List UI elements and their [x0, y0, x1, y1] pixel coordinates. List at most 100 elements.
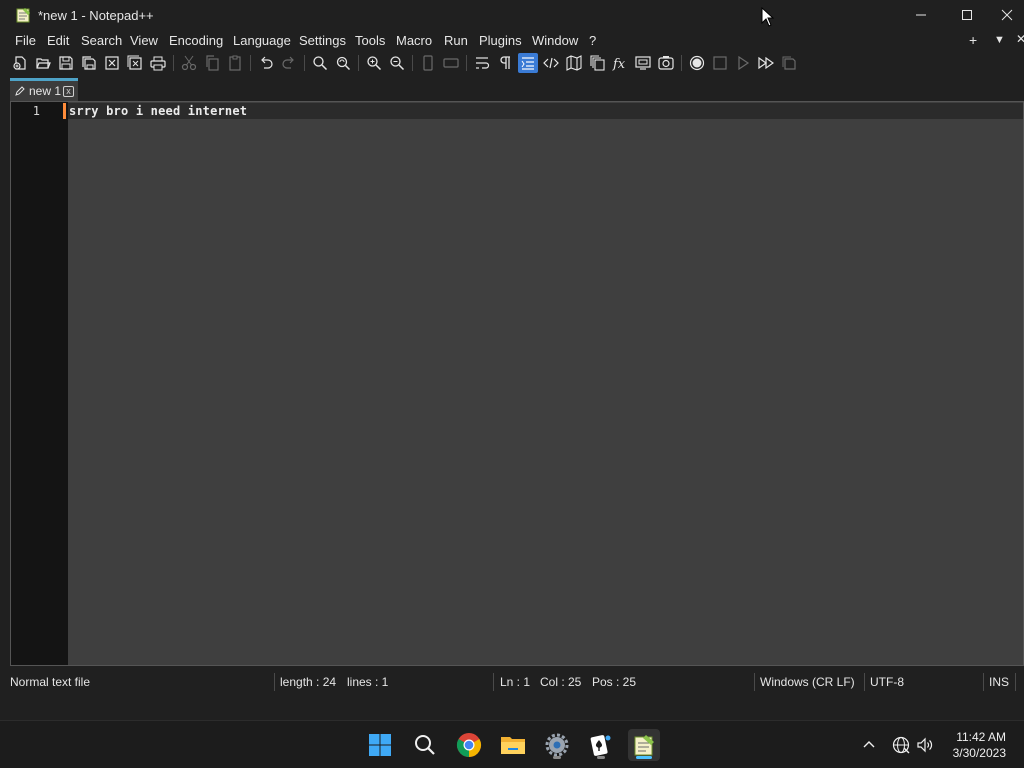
- tab-list-dropdown[interactable]: ▼: [994, 34, 1005, 46]
- system-clock[interactable]: 11:42 AM 3/30/2023: [953, 729, 1006, 761]
- monitoring-button[interactable]: [656, 53, 676, 73]
- minimize-button[interactable]: [898, 0, 944, 30]
- running-indicator: [553, 756, 561, 759]
- open-file-button[interactable]: [33, 53, 53, 73]
- taskbar-settings-button[interactable]: [541, 729, 573, 761]
- taskbar-chrome-button[interactable]: [453, 729, 485, 761]
- tab-new-1[interactable]: new 1 x: [10, 78, 78, 101]
- menu-tools[interactable]: Tools: [355, 33, 385, 48]
- menu-macro[interactable]: Macro: [396, 33, 432, 48]
- menu-search[interactable]: Search: [81, 33, 122, 48]
- status-lines: lines : 1: [347, 675, 389, 689]
- line-number: 1: [32, 104, 40, 118]
- run-macro-multiple-button[interactable]: [756, 53, 776, 73]
- close-all-button[interactable]: [125, 53, 145, 73]
- toolbar-separator: [358, 55, 359, 71]
- status-line: Ln : 1: [500, 675, 531, 689]
- show-hidden-icons-button[interactable]: [859, 735, 879, 755]
- editor-area[interactable]: 1 srry bro i need internet: [10, 101, 1024, 666]
- menu-run[interactable]: Run: [444, 33, 468, 48]
- copy-icon: [206, 55, 219, 71]
- tab-close-button[interactable]: x: [63, 86, 74, 97]
- window-title: *new 1 - Notepad++: [38, 8, 154, 23]
- cut-button[interactable]: [179, 53, 199, 73]
- cut-icon: [181, 55, 197, 71]
- paste-button[interactable]: [225, 53, 245, 73]
- maximize-button[interactable]: [944, 0, 990, 30]
- line-number-gutter: 1: [11, 102, 68, 665]
- document-list-button[interactable]: [587, 53, 607, 73]
- close-button[interactable]: [990, 0, 1024, 30]
- status-eol[interactable]: Windows (CR LF): [760, 675, 855, 689]
- clock-date: 3/30/2023: [952, 746, 1006, 760]
- copy-button[interactable]: [202, 53, 222, 73]
- menu-plugins[interactable]: Plugins: [479, 33, 522, 48]
- status-position: Pos : 25: [592, 675, 637, 689]
- play-macro-icon: [738, 55, 750, 71]
- zoom-in-button[interactable]: [364, 53, 384, 73]
- replace-button[interactable]: [333, 53, 353, 73]
- menu-window[interactable]: Window: [532, 33, 578, 48]
- new-file-button[interactable]: [10, 53, 30, 73]
- stop-recording-button[interactable]: [710, 53, 730, 73]
- taskbar-search-button[interactable]: [409, 729, 441, 761]
- solitaire-icon: [590, 735, 611, 756]
- active-indicator: [636, 756, 652, 759]
- undo-button[interactable]: [256, 53, 276, 73]
- toolbar-separator: [250, 55, 251, 71]
- network-icon: [892, 736, 910, 754]
- print-button[interactable]: [148, 53, 168, 73]
- sync-horizontal-button[interactable]: [441, 53, 461, 73]
- network-button[interactable]: [891, 735, 911, 755]
- redo-button[interactable]: [279, 53, 299, 73]
- mouse-pointer-icon: [761, 7, 775, 27]
- tab-label: new 1: [29, 84, 62, 98]
- print-icon: [150, 56, 166, 71]
- start-button[interactable]: [364, 729, 396, 761]
- folder-as-workspace-icon: [635, 56, 651, 70]
- find-icon: [313, 56, 328, 71]
- function-list-button[interactable]: fx: [610, 53, 630, 73]
- taskbar-file-explorer-button[interactable]: [497, 729, 529, 761]
- record-macro-button[interactable]: [687, 53, 707, 73]
- menu-file[interactable]: File: [15, 33, 36, 48]
- zoom-out-button[interactable]: [387, 53, 407, 73]
- taskbar-solitaire-button[interactable]: [585, 729, 617, 761]
- editor-text-line[interactable]: srry bro i need internet: [69, 104, 247, 118]
- new-file-icon: [13, 56, 26, 70]
- save-macro-button[interactable]: [779, 53, 799, 73]
- sync-vertical-button[interactable]: [418, 53, 438, 73]
- close-tab-button[interactable]: ✕: [1016, 32, 1024, 46]
- word-wrap-button[interactable]: [472, 53, 492, 73]
- start-icon: [369, 734, 391, 756]
- document-map-button[interactable]: [564, 53, 584, 73]
- save-button[interactable]: [56, 53, 76, 73]
- indent-guide-button[interactable]: [518, 53, 538, 73]
- volume-button[interactable]: [915, 735, 935, 755]
- folder-as-workspace-button[interactable]: [633, 53, 653, 73]
- menu-language[interactable]: Language: [233, 33, 291, 48]
- find-button[interactable]: [310, 53, 330, 73]
- show-all-characters-button[interactable]: [495, 53, 515, 73]
- menu-edit[interactable]: Edit: [47, 33, 69, 48]
- file-explorer-icon: [501, 737, 525, 754]
- close-file-button[interactable]: [102, 53, 122, 73]
- menu-view[interactable]: View: [130, 33, 158, 48]
- menu-encoding[interactable]: Encoding: [169, 33, 223, 48]
- new-tab-button[interactable]: +: [969, 32, 977, 48]
- status-encoding[interactable]: UTF-8: [870, 675, 904, 689]
- settings-icon: [545, 733, 569, 757]
- volume-icon: [917, 737, 933, 753]
- play-macro-button[interactable]: [733, 53, 753, 73]
- menu-bar: File Edit Search View Encoding Language …: [0, 30, 1024, 51]
- menu-help[interactable]: ?: [589, 33, 596, 48]
- menu-settings[interactable]: Settings: [299, 33, 346, 48]
- save-all-button[interactable]: [79, 53, 99, 73]
- change-history-marker: [63, 103, 66, 119]
- sync-horizontal-icon: [443, 58, 459, 68]
- save-all-icon: [82, 56, 96, 70]
- record-macro-icon: [689, 55, 705, 71]
- xml-tag-button[interactable]: [541, 53, 561, 73]
- stop-recording-icon: [713, 56, 727, 70]
- taskbar-notepadpp-button[interactable]: [628, 729, 660, 761]
